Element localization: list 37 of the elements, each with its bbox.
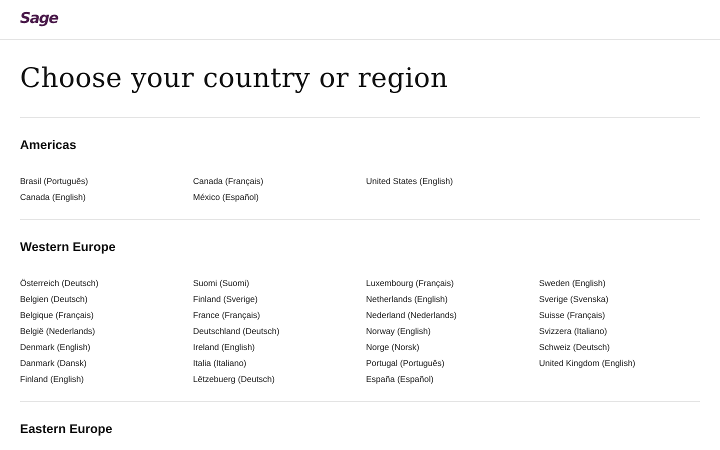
country-link[interactable]: Netherlands (English) [366, 291, 448, 307]
country-link[interactable]: Italia (Italiano) [193, 355, 246, 371]
country-link[interactable]: Suomi (Suomi) [193, 275, 250, 291]
country-link[interactable]: Ireland (English) [193, 339, 255, 355]
country-link[interactable]: Canada (Français) [193, 173, 264, 189]
country-link[interactable]: Suisse (Français) [539, 307, 606, 323]
region-heading: Western Europe [20, 240, 117, 254]
country-link[interactable]: België (Nederlands) [20, 323, 96, 339]
country-link[interactable]: Luxembourg (Français) [366, 275, 454, 291]
country-link[interactable]: Norway (English) [366, 323, 431, 339]
region-heading: Americas [20, 138, 78, 152]
country-link[interactable]: Finland (English) [20, 371, 84, 387]
country-link[interactable]: Nederland (Nederlands) [366, 307, 457, 323]
country-link[interactable]: Lëtzebuerg (Deutsch) [193, 371, 275, 387]
country-link[interactable]: United States (English) [366, 173, 453, 189]
country-link[interactable]: México (Español) [193, 189, 259, 205]
country-link[interactable]: France (Français) [193, 307, 260, 323]
page-title: Choose your country or region [20, 40, 700, 118]
country-link[interactable]: Belgien (Deutsch) [20, 291, 88, 307]
region-heading: Eastern Europe [20, 422, 114, 436]
country-link[interactable]: Brasil (Português) [20, 173, 88, 189]
country-link[interactable]: Norge (Norsk) [366, 339, 420, 355]
country-link[interactable]: Österreich (Deutsch) [20, 275, 98, 291]
country-link[interactable]: Svizzera (Italiano) [539, 323, 608, 339]
country-link[interactable]: España (Español) [366, 371, 434, 387]
country-link[interactable]: Belgique (Français) [20, 307, 94, 323]
country-link[interactable]: Canada (English) [20, 189, 86, 205]
country-link[interactable]: Danmark (Dansk) [20, 355, 87, 371]
country-link[interactable]: Sverige (Svenska) [539, 291, 608, 307]
country-link[interactable]: Denmark (English) [20, 339, 90, 355]
country-link[interactable]: Sweden (English) [539, 275, 606, 291]
country-link[interactable]: United Kingdom (English) [539, 355, 636, 371]
country-link[interactable]: Portugal (Português) [366, 355, 444, 371]
sage-logo[interactable]: Sage [20, 9, 58, 27]
country-link[interactable]: Finland (Sverige) [193, 291, 258, 307]
country-link[interactable]: Schweiz (Deutsch) [539, 339, 610, 355]
country-link[interactable]: Deutschland (Deutsch) [193, 323, 280, 339]
